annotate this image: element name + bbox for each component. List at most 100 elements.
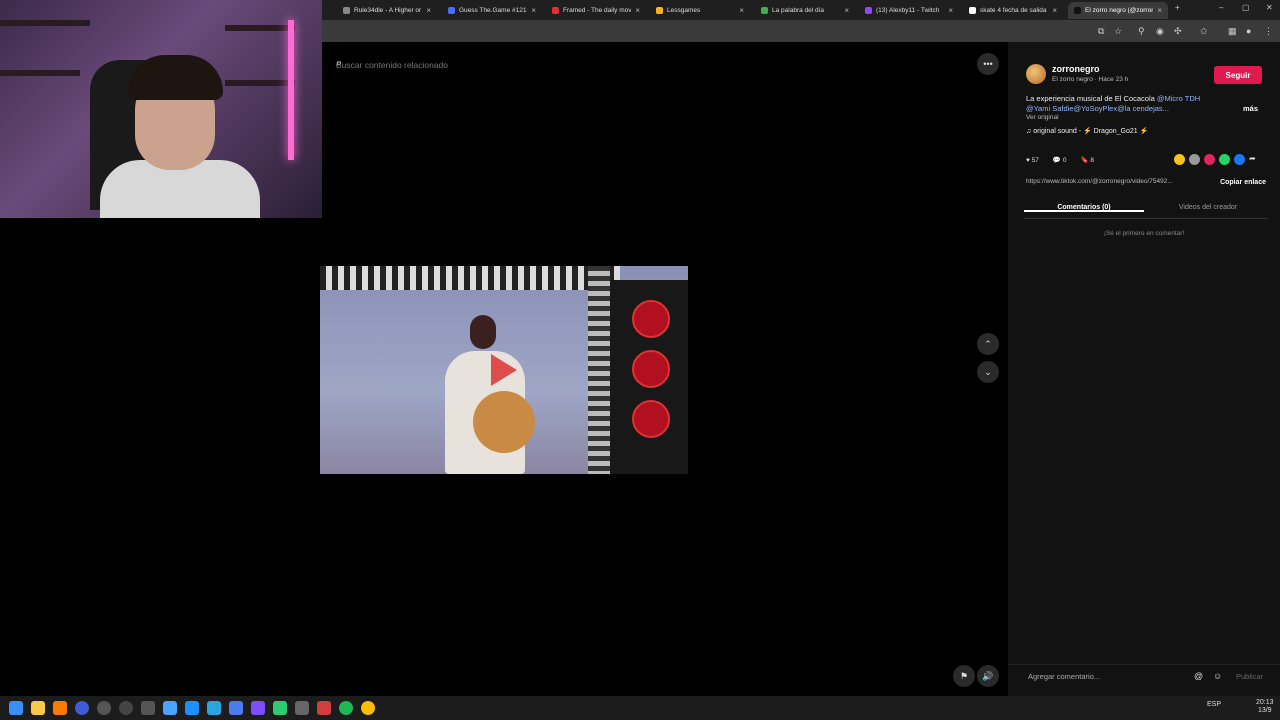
post-description: La experiencia musical de El Cocacola @M… bbox=[1026, 94, 1201, 113]
browser-toolbar: ⧉ ☆ ⚲ ◉ ✣ ✩ ▦ ● ⋮ bbox=[322, 20, 1280, 42]
minimize-button[interactable]: – bbox=[1219, 3, 1223, 12]
share-option-icon[interactable] bbox=[1219, 154, 1230, 165]
emoji-icon[interactable]: ☺ bbox=[1213, 671, 1222, 681]
share-icon[interactable]: ➦ bbox=[1249, 154, 1256, 165]
copy-link-button[interactable]: Copiar enlace bbox=[1220, 179, 1266, 186]
app-icon[interactable] bbox=[251, 701, 265, 715]
favicon-icon bbox=[761, 7, 768, 14]
app-icon[interactable] bbox=[295, 701, 309, 715]
app-icon[interactable] bbox=[185, 701, 199, 715]
share-option-icon[interactable] bbox=[1174, 154, 1185, 165]
tab-creator-videos[interactable]: Videos del creador bbox=[1148, 204, 1268, 211]
sound-link[interactable]: ♫ original sound - ⚡ Dragon_Go21 ⚡ bbox=[1026, 127, 1148, 135]
close-tab-icon[interactable]: × bbox=[1052, 6, 1057, 15]
mention-icon[interactable]: @ bbox=[1194, 671, 1203, 681]
close-tab-icon[interactable]: × bbox=[531, 6, 536, 15]
tab-title: skate 4 fecha de salida - B bbox=[980, 7, 1048, 14]
tab-comments[interactable]: Comentarios (0) bbox=[1024, 204, 1144, 212]
app-icon[interactable] bbox=[119, 701, 133, 715]
video-player[interactable] bbox=[320, 266, 688, 474]
save-button[interactable]: 🔖 8 bbox=[1080, 156, 1094, 164]
next-video-button[interactable]: ⌄ bbox=[977, 361, 999, 383]
app-icon[interactable] bbox=[141, 701, 155, 715]
extension-icon[interactable]: ⚲ bbox=[1138, 26, 1145, 37]
username[interactable]: zorronegro bbox=[1052, 64, 1100, 74]
mention-link[interactable]: @Micro TDH bbox=[1157, 94, 1200, 103]
close-tab-icon[interactable]: × bbox=[844, 6, 849, 15]
app-icon[interactable] bbox=[229, 701, 243, 715]
empty-comments-message: ¡Sé el primero en comentar! bbox=[1103, 230, 1185, 237]
volume-button[interactable]: 🔊 bbox=[977, 665, 999, 687]
publish-button[interactable]: Publicar bbox=[1236, 672, 1263, 681]
app-icon[interactable] bbox=[317, 701, 331, 715]
comment-bar: Agregar comentario... @ ☺ Publicar bbox=[1008, 664, 1280, 689]
related-search[interactable]: Buscar contenido relacionado ⌕ bbox=[330, 54, 678, 76]
browser-tab[interactable]: El zorro negro (@zorrone × bbox=[1068, 2, 1168, 19]
bookmark-star-icon[interactable]: ☆ bbox=[1114, 26, 1122, 37]
new-tab-button[interactable]: + bbox=[1175, 3, 1180, 12]
comment-input[interactable]: Agregar comentario... bbox=[1028, 672, 1100, 681]
browser-tab[interactable]: La palabra del día × bbox=[755, 2, 855, 19]
app-icon[interactable] bbox=[97, 701, 111, 715]
tab-title: Lessgames bbox=[667, 7, 701, 14]
favicon-icon bbox=[448, 7, 455, 14]
close-tab-icon[interactable]: × bbox=[635, 6, 640, 15]
tab-title: Rule34dle - A Higher or L bbox=[354, 7, 423, 14]
tab-title: La palabra del día bbox=[772, 7, 825, 14]
post-link: https://www.tiktok.com/@zorronegro/video… bbox=[1026, 178, 1266, 192]
browser-tab[interactable]: Framed - The daily movie × bbox=[546, 2, 646, 19]
telegram-icon[interactable] bbox=[207, 701, 221, 715]
follow-button[interactable]: Seguir bbox=[1214, 66, 1262, 84]
chrome-icon[interactable] bbox=[361, 701, 375, 715]
puzzle-icon[interactable]: ✣ bbox=[1174, 26, 1182, 37]
share-options: ➦ bbox=[1174, 154, 1256, 165]
avatar[interactable] bbox=[1026, 64, 1046, 84]
close-tab-icon[interactable]: × bbox=[1157, 6, 1162, 15]
report-icon[interactable]: ⚑ bbox=[953, 665, 975, 687]
previous-video-button[interactable]: ⌃ bbox=[977, 333, 999, 355]
play-icon[interactable] bbox=[491, 354, 517, 386]
tab-title: Guess The.Game #1218 bbox=[459, 7, 528, 14]
clock[interactable]: 20:13 13/9 bbox=[1256, 699, 1274, 715]
browser-tab[interactable]: Guess The.Game #1218 × bbox=[442, 2, 542, 19]
spotify-icon[interactable] bbox=[339, 701, 353, 715]
search-icon[interactable]: ⌕ bbox=[336, 57, 672, 70]
post-details-panel: zorronegro El zorro negro · Hace 23 h Se… bbox=[1008, 42, 1280, 696]
see-original-link[interactable]: Ver original bbox=[1026, 114, 1059, 121]
browser-tab[interactable]: Rule34dle - A Higher or L × bbox=[337, 2, 437, 19]
post-stats: ♥ 57 💬 0 🔖 8 bbox=[1026, 156, 1094, 165]
like-button[interactable]: ♥ 57 bbox=[1026, 157, 1039, 164]
singer-figure bbox=[425, 311, 545, 474]
browser-tab[interactable]: skate 4 fecha de salida - B × bbox=[963, 2, 1063, 19]
start-icon[interactable] bbox=[9, 701, 23, 715]
search-app-icon[interactable] bbox=[53, 701, 67, 715]
close-tab-icon[interactable]: × bbox=[739, 6, 744, 15]
comment-button[interactable]: 💬 0 bbox=[1053, 156, 1067, 164]
close-tab-icon[interactable]: × bbox=[426, 6, 431, 15]
more-options-button[interactable]: ••• bbox=[977, 53, 999, 75]
close-tab-icon[interactable]: × bbox=[948, 6, 953, 15]
mention-link[interactable]: @Yami Safdie@YoSoyPlex@la cendejas... bbox=[1026, 104, 1169, 113]
bookmarks-icon[interactable]: ✩ bbox=[1200, 26, 1208, 37]
install-icon[interactable]: ⧉ bbox=[1098, 26, 1104, 37]
app-icon[interactable] bbox=[273, 701, 287, 715]
app-icon[interactable] bbox=[75, 701, 89, 715]
tab-title: El zorro negro (@zorrone bbox=[1085, 7, 1154, 14]
menu-icon[interactable]: ⋮ bbox=[1264, 26, 1273, 37]
browser-tab[interactable]: (13) Alexby11 - Twitch × bbox=[859, 2, 959, 19]
browser-tab[interactable]: Lessgames × bbox=[650, 2, 750, 19]
share-option-icon[interactable] bbox=[1234, 154, 1245, 165]
close-window-button[interactable]: ✕ bbox=[1266, 3, 1273, 12]
language-indicator[interactable]: ESP bbox=[1207, 701, 1221, 708]
more-link[interactable]: más bbox=[1243, 104, 1258, 113]
share-option-icon[interactable] bbox=[1189, 154, 1200, 165]
profile-icon[interactable]: ● bbox=[1246, 26, 1251, 36]
maximize-button[interactable]: ▢ bbox=[1242, 3, 1250, 12]
app-icon[interactable] bbox=[163, 701, 177, 715]
favicon-icon bbox=[552, 7, 559, 14]
extension-icon[interactable]: ◉ bbox=[1156, 26, 1164, 37]
file-explorer-icon[interactable] bbox=[31, 701, 45, 715]
extension-icon[interactable]: ▦ bbox=[1228, 26, 1237, 37]
share-option-icon[interactable] bbox=[1204, 154, 1215, 165]
panel-tabs: Comentarios (0) Videos del creador bbox=[1024, 200, 1268, 219]
